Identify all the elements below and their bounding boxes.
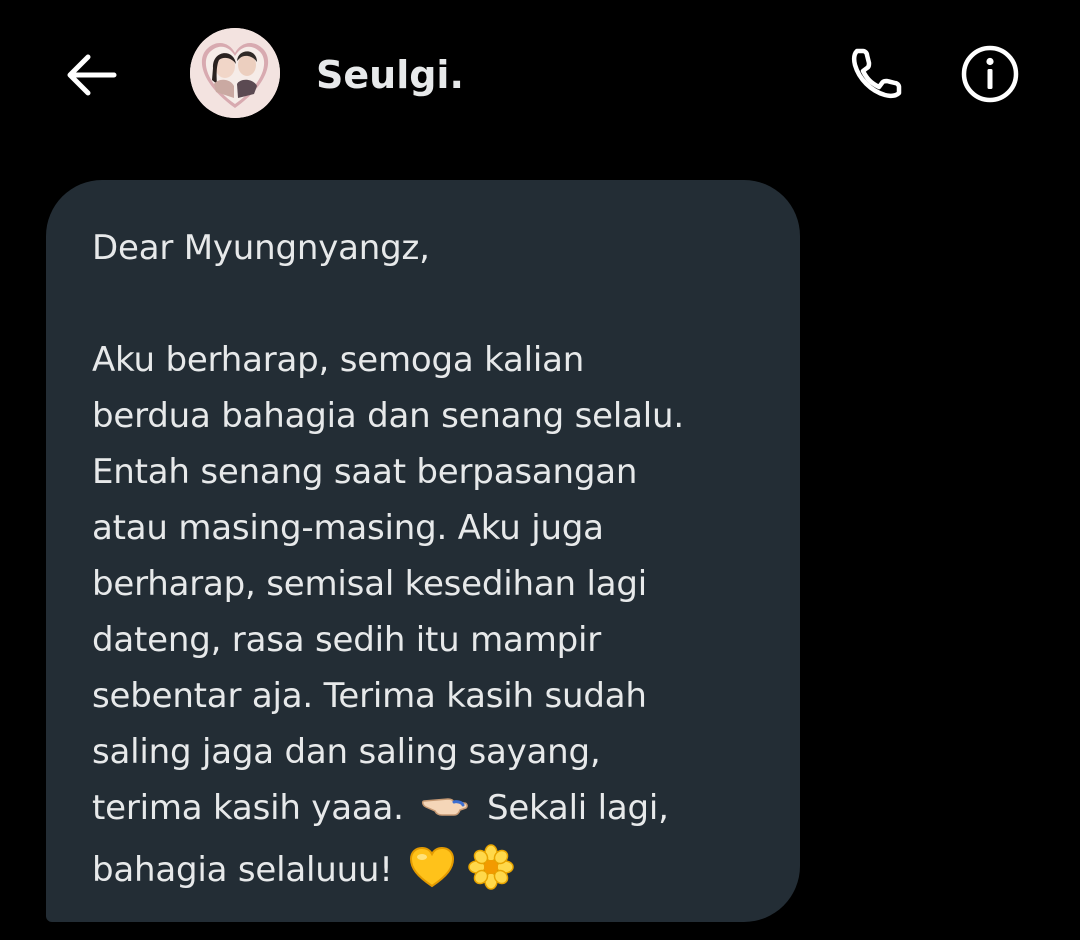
call-button[interactable] (844, 40, 910, 106)
avatar[interactable] (190, 28, 280, 118)
pointing-left-hand-emoji (420, 789, 470, 830)
blossom-emoji (468, 844, 514, 899)
message-line: sebentar aja. Terima kasih sudah (92, 676, 647, 716)
arrow-left-icon (67, 54, 117, 96)
message-text: terima kasih yaaa. (92, 788, 404, 828)
message-line: Entah senang saat berpasangan (92, 452, 638, 492)
contact-name[interactable]: Seulgi. (316, 50, 464, 100)
message-line: dateng, rasa sedih itu mampir (92, 620, 602, 660)
info-icon (961, 45, 1019, 103)
message-text: bahagia selaluuu! (92, 850, 393, 890)
back-button[interactable] (62, 50, 120, 100)
message-line: berdua bahagia dan senang selalu. (92, 396, 684, 436)
message-line: berharap, semisal kesedihan lagi (92, 564, 647, 604)
avatar-photo (190, 28, 280, 118)
message-line-with-emoji: bahagia selaluuu! (92, 844, 514, 899)
message-line: atau masing-masing. Aku juga (92, 508, 604, 548)
phone-icon (851, 48, 902, 99)
yellow-heart-emoji (409, 846, 455, 897)
info-button[interactable] (958, 42, 1022, 106)
message-line: Aku berharap, semoga kalian (92, 340, 585, 380)
conversation-header: Seulgi. (0, 0, 1080, 150)
message-line-with-emoji: terima kasih yaaa. Sekali lagi, (92, 788, 669, 830)
message-line: saling jaga dan saling sayang, (92, 732, 601, 772)
message-line: Dear Myungnyangz, (92, 228, 430, 268)
message-text: Sekali lagi, (486, 788, 669, 828)
